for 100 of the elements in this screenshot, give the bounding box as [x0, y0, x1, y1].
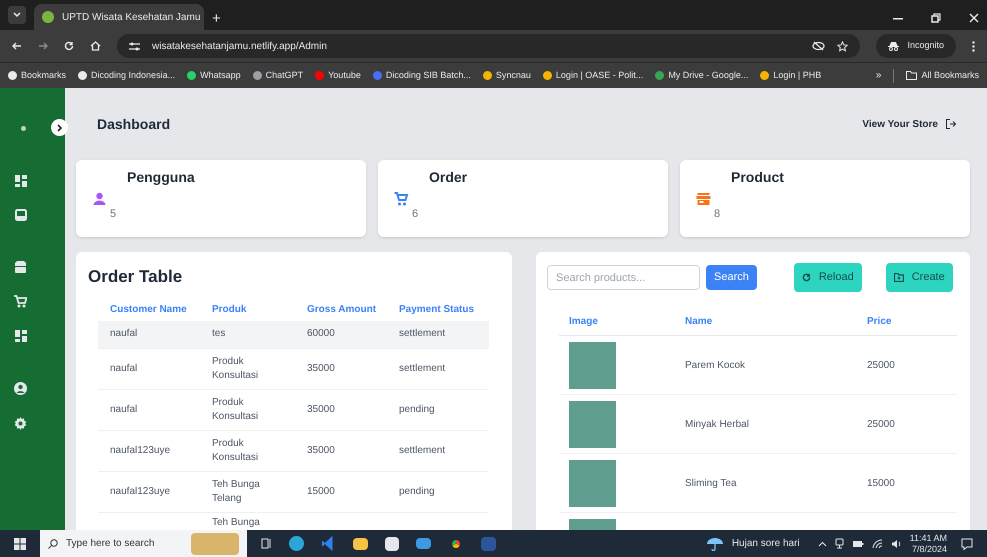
table-cell: 35000	[307, 402, 335, 416]
wifi-icon[interactable]	[872, 538, 883, 548]
clock-time[interactable]: 11:41 AM	[910, 532, 947, 544]
collapse-toggle-button[interactable]	[51, 119, 68, 136]
stat-value: 5	[110, 206, 118, 222]
star-icon[interactable]	[837, 40, 848, 52]
stat-label: Product	[731, 168, 784, 187]
site-settings-icon[interactable]	[129, 42, 140, 50]
weather-text[interactable]: Hujan sore hari	[732, 536, 800, 551]
bookmark-link[interactable]: Youtube	[315, 68, 361, 82]
table-cell: naufal	[110, 362, 138, 376]
inbox-icon[interactable]	[14, 209, 26, 221]
reload-icon[interactable]	[64, 41, 74, 51]
column-header: Image	[559, 314, 675, 336]
more-menu-icon[interactable]	[972, 40, 975, 52]
bookmark-link[interactable]: Dicoding Indonesia...	[78, 68, 176, 82]
column-header: Gross Amount	[307, 304, 376, 314]
battery-icon[interactable]	[852, 540, 864, 548]
clock-date[interactable]: 7/8/2024	[912, 544, 947, 554]
settings-icon[interactable]	[14, 417, 27, 430]
rain-umbrella-icon	[706, 536, 724, 551]
stat-value: 6	[412, 206, 420, 222]
stat-label: Pengguna	[127, 168, 195, 187]
notification-icon[interactable]	[961, 538, 973, 550]
more-bookmarks-button[interactable]: »	[876, 68, 882, 83]
browser-tab[interactable]: UPTD Wisata Kesehatan Jamu	[34, 4, 204, 30]
back-icon[interactable]	[12, 41, 22, 51]
search-icon	[48, 538, 58, 548]
speaker-icon[interactable]	[890, 538, 902, 548]
search-highlight-drawing	[191, 532, 239, 554]
user-circle-icon[interactable]	[14, 382, 27, 395]
chevron-right-icon	[56, 124, 62, 132]
table-cell: settlement	[399, 444, 446, 458]
restore-icon[interactable]	[931, 13, 941, 23]
taskbar-search-field[interactable]: Type here to search	[40, 530, 247, 557]
folder-plus-icon	[894, 273, 904, 282]
table-cell: settlement	[399, 362, 446, 376]
photo-placeholder	[569, 460, 616, 506]
bookmark-link[interactable]: Bookmarks	[8, 68, 66, 82]
dashboard-icon[interactable]	[14, 330, 26, 342]
column-header: Price	[857, 314, 957, 336]
search-button[interactable]: Search	[706, 265, 757, 290]
create-button[interactable]: Create	[886, 263, 953, 292]
tab-search-button[interactable]	[8, 6, 26, 24]
favicon-icon	[42, 11, 54, 23]
table-cell: 35000	[307, 362, 335, 376]
incognito-button[interactable]: Incognito	[876, 34, 956, 58]
table-cell: 25000	[867, 418, 895, 430]
cart-icon[interactable]	[14, 295, 27, 308]
table-cell: naufal123uye	[110, 444, 170, 458]
bookmark-link[interactable]: Dicoding SIB Batch...	[372, 68, 471, 82]
task-view-icon[interactable]	[261, 538, 272, 549]
column-header: Customer Name	[110, 304, 187, 314]
bookmark-link[interactable]: Whatsapp	[187, 68, 241, 82]
bookmark-link[interactable]: Login | PHB	[760, 68, 822, 82]
tab-title: UPTD Wisata Kesehatan Jamu	[62, 10, 200, 24]
bookmark-link[interactable]: Login | OASE - Polit...	[542, 68, 644, 82]
page-title: Dashboard	[97, 114, 170, 134]
eye-slash-icon[interactable]	[812, 41, 826, 51]
new-tab-button[interactable]: +	[212, 11, 221, 26]
dashboard-icon[interactable]	[14, 175, 26, 187]
reload-icon	[802, 273, 811, 282]
forward-icon[interactable]	[38, 41, 48, 51]
view-store-link[interactable]: View Your Store	[862, 116, 956, 132]
sign-out-icon	[946, 119, 956, 129]
bookmark-link[interactable]: My Drive - Google...	[655, 68, 748, 82]
address-bar[interactable]: wisatakesehatanjamu.netlify.app/Admin	[117, 34, 860, 58]
windows-start-icon[interactable]	[14, 538, 26, 550]
bookmark-link[interactable]: Syncnau	[482, 68, 531, 82]
table-cell: 25000	[867, 360, 895, 370]
table-cell: Teh Bunga	[212, 516, 260, 530]
panel-title: Order Table	[88, 266, 184, 288]
table-cell-text: Produk Konsultasi	[212, 436, 260, 464]
search-field[interactable]: Search products...	[547, 265, 700, 290]
incognito-icon	[888, 42, 900, 50]
minimize-icon[interactable]	[893, 18, 903, 20]
chevron-up-icon[interactable]	[818, 540, 827, 546]
home-icon[interactable]	[90, 41, 101, 51]
table-cell: tes	[212, 327, 226, 341]
table-cell-text: Teh Bunga Telang	[212, 478, 261, 506]
table-cell: 35000	[307, 444, 335, 458]
stat-label: Order	[429, 168, 468, 187]
table-cell: pending	[399, 484, 435, 498]
url-text: wisatakesehatanjamu.netlify.app/Admin	[152, 40, 328, 54]
table-cell: naufal	[110, 327, 138, 341]
table-cell: 15000	[867, 478, 895, 488]
table-cell: 60000	[307, 327, 335, 341]
close-icon[interactable]	[969, 13, 979, 23]
table-cell: naufal123uye	[110, 484, 170, 498]
photo-placeholder	[569, 342, 616, 388]
box-icon[interactable]	[14, 261, 27, 273]
stat-value: 8	[714, 206, 722, 222]
column-header: Payment Status	[399, 304, 474, 314]
column-header: Name	[675, 314, 857, 336]
table-cell: settlement	[399, 327, 446, 341]
reload-button[interactable]: Reload	[794, 263, 862, 292]
bookmark-link[interactable]: ChatGPT	[252, 68, 304, 82]
all-bookmarks-button[interactable]: All Bookmarks	[906, 68, 979, 82]
table-cell: naufal	[110, 402, 138, 416]
table-cell: Sliming Tea	[685, 478, 737, 488]
